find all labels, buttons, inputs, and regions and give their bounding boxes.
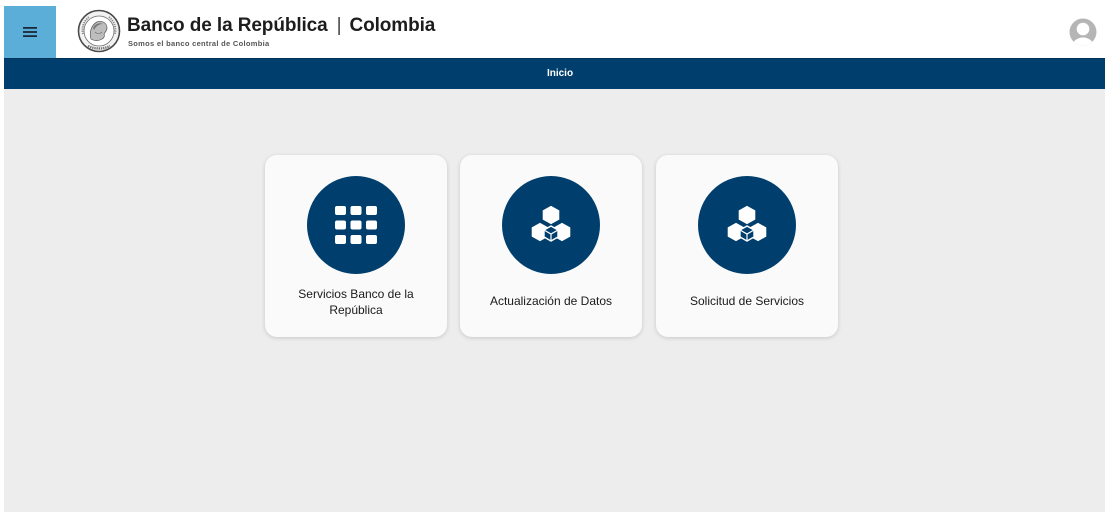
brand-subtitle: Somos el banco central de Colombia: [128, 39, 270, 48]
card-icon-circle: [307, 176, 405, 274]
cubes-icon: [530, 204, 572, 243]
banco-seal-logo: [77, 9, 121, 53]
card-label: Actualización de Datos: [489, 294, 613, 308]
card-actualizacion-datos[interactable]: Actualización de Datos: [460, 155, 642, 337]
card-solicitud-servicios[interactable]: Solicitud de Servicios: [656, 155, 838, 337]
cubes-icon: [726, 204, 768, 243]
brand-country: Colombia: [349, 15, 436, 36]
card-icon-circle: [502, 176, 600, 274]
main-nav: Inicio: [4, 58, 1105, 89]
user-avatar-icon[interactable]: [1069, 18, 1097, 46]
card-label: Solicitud de Servicios: [689, 294, 805, 308]
card-icon-circle: [698, 176, 796, 274]
card-servicios-banco[interactable]: Servicios Banco de la República: [265, 155, 447, 337]
brand-name: Banco de la República: [127, 15, 328, 36]
card-label: Servicios Banco de la República: [298, 287, 414, 317]
brand-title: Banco de la República | Colombia: [127, 15, 435, 37]
hamburger-menu-icon: [23, 27, 37, 37]
top-header: Banco de la República | Colombia Somos el …: [4, 6, 1105, 58]
nav-item-inicio[interactable]: Inicio: [534, 59, 586, 89]
app-frame: Banco de la República | Colombia Somos el …: [4, 6, 1105, 512]
apps-grid-icon: [335, 206, 377, 244]
brand-separator: |: [336, 15, 342, 36]
menu-button[interactable]: [4, 6, 56, 58]
